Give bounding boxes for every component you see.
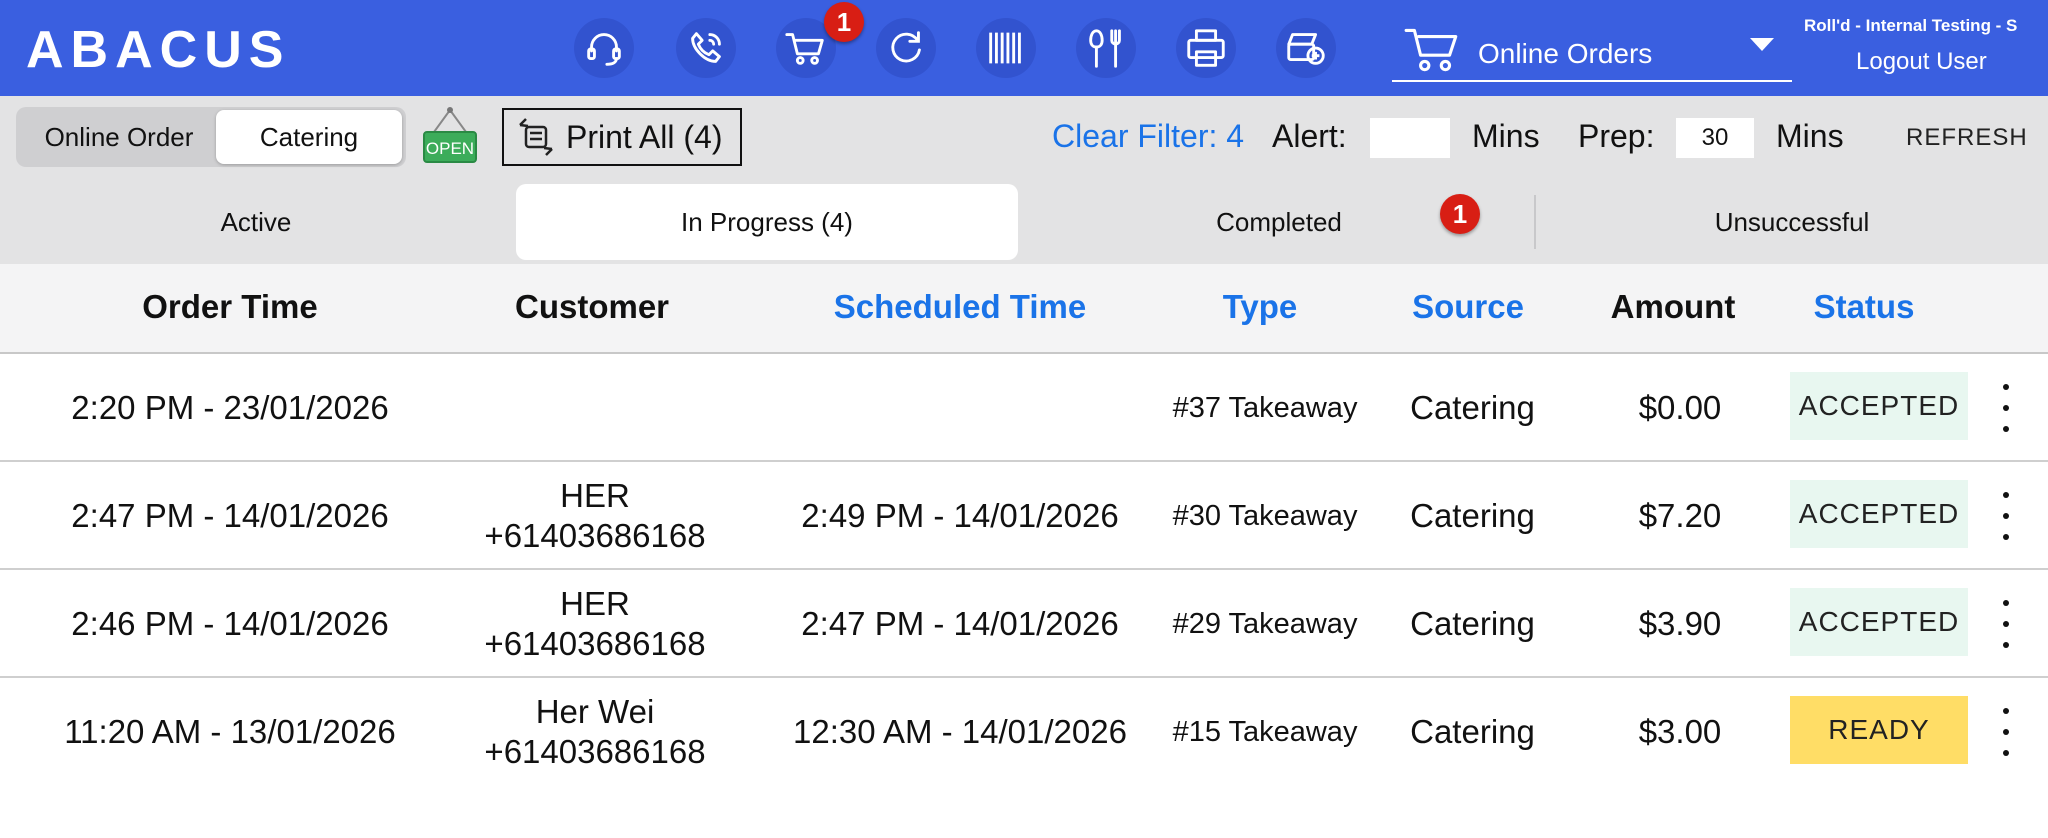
print-all-button[interactable]: Print All (4) (502, 108, 742, 166)
order-time: 2:46 PM - 14/01/2026 (71, 605, 389, 642)
header-customer: Customer (514, 288, 670, 325)
alert-minutes-input[interactable] (1370, 118, 1450, 158)
alert-unit: Mins (1472, 118, 1540, 154)
order-time: 11:20 AM - 13/01/2026 (64, 713, 396, 750)
cart-icon (1404, 28, 1458, 72)
header-order-time: Order Time (142, 288, 318, 325)
barcode-icon[interactable] (976, 18, 1036, 78)
scheduled-time: 2:49 PM - 14/01/2026 (801, 497, 1119, 534)
printer-icon[interactable] (1176, 18, 1236, 78)
customer-name: Her Wei (535, 693, 655, 730)
prep-label: Prep: (1578, 118, 1655, 154)
refresh-button[interactable]: REFRESH (1906, 124, 2028, 152)
order-time: 2:47 PM - 14/01/2026 (71, 497, 389, 534)
more-options-icon[interactable] (2000, 492, 2012, 540)
customer-phone: +61403686168 (484, 733, 706, 770)
clear-filter-link[interactable]: Clear Filter: 4 (1052, 118, 1244, 155)
tab-in-progress[interactable]: In Progress (4) (516, 184, 1018, 260)
order-type: #15 Takeaway (1172, 716, 1358, 748)
customer-cell: HER +61403686168 (440, 462, 750, 570)
order-source: Catering (1410, 389, 1535, 426)
customer-cell: HER +61403686168 (440, 570, 750, 678)
order-type-segmented-control: Online Order Catering (16, 107, 406, 167)
segment-online-order[interactable]: Online Order (22, 110, 216, 164)
table-row[interactable]: 2:20 PM - 23/01/2026 #37 Takeaway Cateri… (0, 354, 2048, 462)
scheduled-time (770, 354, 1150, 462)
order-amount: $3.90 (1638, 605, 1722, 642)
customer-name: HER (560, 477, 630, 514)
segment-catering[interactable]: Catering (216, 110, 402, 164)
order-time: 2:20 PM - 23/01/2026 (71, 389, 389, 426)
more-options-icon[interactable] (2000, 600, 2012, 648)
tab-unsuccessful[interactable]: Unsuccessful (1536, 184, 2048, 260)
header-amount: Amount (1610, 288, 1736, 325)
more-options-icon[interactable] (2000, 384, 2012, 432)
chevron-down-icon (1750, 38, 1774, 51)
scheduled-time: 12:30 AM - 14/01/2026 (793, 713, 1127, 750)
order-amount: $0.00 (1638, 389, 1722, 426)
order-source: Catering (1410, 497, 1535, 534)
orders-table-header: Order Time Customer Scheduled Time Type … (0, 264, 2048, 354)
status-badge[interactable]: ACCEPTED (1790, 372, 1968, 440)
customer-phone: +61403686168 (484, 625, 706, 662)
open-sign-icon: OPEN (423, 107, 477, 163)
customer-name: HER (560, 585, 630, 622)
prep-minutes-input[interactable] (1676, 118, 1754, 158)
headset-icon[interactable] (574, 18, 634, 78)
store-name: Roll'd - Internal Testing - S (1804, 16, 2018, 35)
phone-icon[interactable] (676, 18, 736, 78)
order-type: #30 Takeaway (1172, 500, 1358, 532)
customer-cell (440, 354, 750, 462)
customer-phone: +61403686168 (484, 517, 706, 554)
open-sign-text: OPEN (426, 139, 474, 158)
table-row[interactable]: 11:20 AM - 13/01/2026 Her Wei +614036861… (0, 678, 2048, 786)
app-logo: ABACUS (26, 21, 291, 79)
status-badge[interactable]: ACCEPTED (1790, 480, 1968, 548)
food-utensils-icon[interactable] (1076, 18, 1136, 78)
print-icon (519, 118, 553, 156)
header-scheduled-time[interactable]: Scheduled Time (780, 288, 1140, 326)
status-badge[interactable]: READY (1790, 696, 1968, 764)
table-row[interactable]: 2:46 PM - 14/01/2026 HER +61403686168 2:… (0, 570, 2048, 678)
logout-button[interactable]: Logout User (1856, 48, 1987, 76)
status-tabs: Active In Progress (4) Completed 1 Unsuc… (0, 180, 2048, 264)
order-type: #29 Takeaway (1172, 608, 1358, 640)
mode-dropdown-label: Online Orders (1478, 38, 1653, 69)
prep-unit: Mins (1776, 118, 1844, 154)
cart-badge: 1 (824, 2, 864, 42)
completed-badge: 1 (1440, 194, 1480, 234)
status-badge[interactable]: ACCEPTED (1790, 588, 1968, 656)
table-row[interactable]: 2:47 PM - 14/01/2026 HER +61403686168 2:… (0, 462, 2048, 570)
scheduled-time: 2:47 PM - 14/01/2026 (801, 605, 1119, 642)
add-printer-icon[interactable] (1276, 18, 1336, 78)
more-options-icon[interactable] (2000, 708, 2012, 756)
tab-active[interactable]: Active (0, 184, 512, 260)
refresh-icon[interactable] (876, 18, 936, 78)
customer-cell: Her Wei +61403686168 (440, 678, 750, 786)
order-amount: $7.20 (1638, 497, 1722, 534)
alert-label: Alert: (1272, 118, 1347, 154)
print-all-label: Print All (4) (566, 118, 723, 155)
order-toolbar: Online Order Catering OPEN Print All (4)… (0, 96, 2048, 180)
top-bar: ABACUS 1 Online Orders Roll'd - Internal… (0, 0, 2048, 96)
order-source: Catering (1410, 605, 1535, 642)
header-source[interactable]: Source (1378, 288, 1558, 326)
header-type[interactable]: Type (1160, 288, 1360, 326)
mode-dropdown[interactable]: Online Orders (1392, 20, 1792, 82)
order-type: #37 Takeaway (1172, 392, 1358, 424)
order-source: Catering (1410, 713, 1535, 750)
header-status[interactable]: Status (1784, 288, 1944, 326)
order-amount: $3.00 (1638, 713, 1722, 750)
